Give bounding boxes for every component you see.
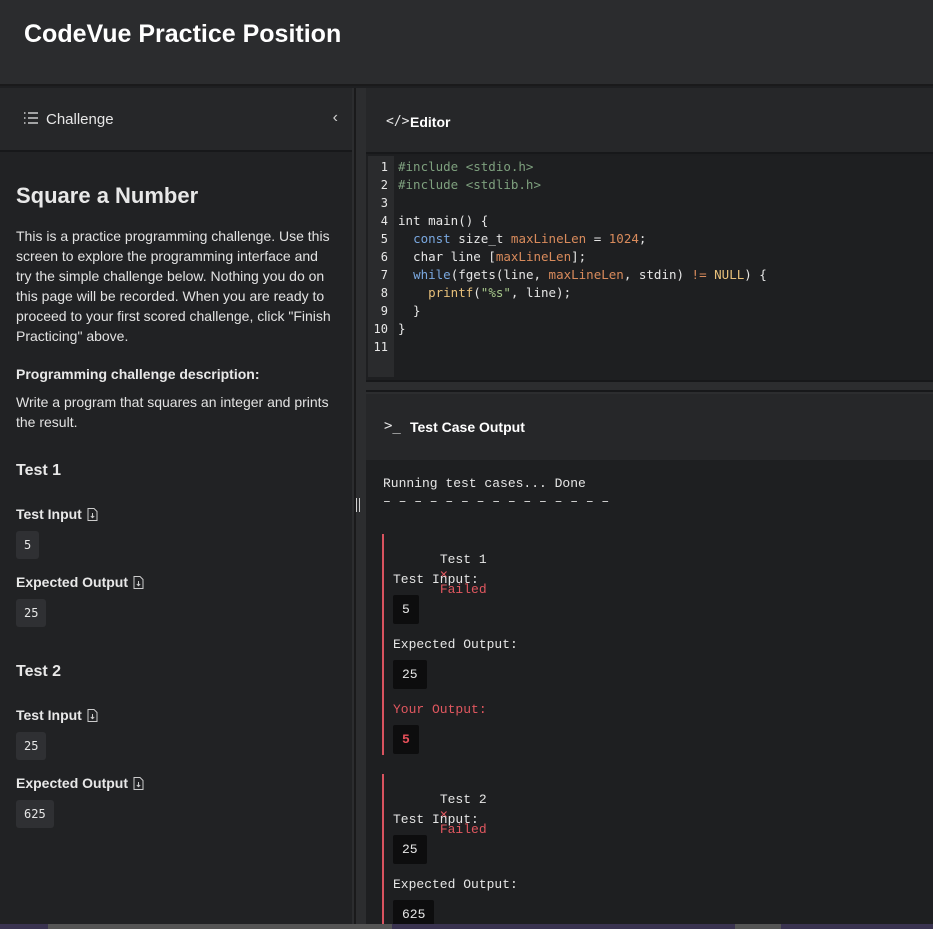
list-icon: [24, 112, 38, 124]
line-number: 4: [380, 214, 388, 228]
run-status-line: Running test cases... Done: [383, 476, 586, 491]
test-1-output-label: Expected Output: [16, 574, 129, 590]
test-result-label: Test 2: [439, 792, 487, 807]
document-download-icon[interactable]: [87, 708, 98, 722]
code-line: }: [398, 303, 421, 318]
test-input-value: 25: [393, 835, 427, 864]
code-icon: </>: [386, 114, 410, 129]
line-number: 5: [380, 232, 388, 246]
code-line: }: [398, 321, 406, 336]
code-line: int main() {: [398, 213, 489, 228]
top-bar: CodeVue Practice Position: [0, 0, 933, 86]
code-line: #include <stdlib.h>: [398, 177, 541, 192]
line-number: 1: [380, 160, 388, 174]
test-1-output-heading: Expected Output: [16, 574, 336, 590]
editor-output-resize-handle[interactable]: [366, 380, 933, 394]
challenge-intro: This is a practice programming challenge…: [16, 228, 331, 344]
test-2-output-label: Expected Output: [16, 775, 129, 791]
line-number-gutter: 1 2 3 4 5 6 7 8 9 10 11: [368, 156, 394, 377]
code-line: const size_t maxLineLen = 1024;: [413, 231, 647, 246]
test-input-label: Test Input:: [393, 572, 479, 587]
output-label: Test Case Output: [410, 419, 525, 435]
scrollbar-thumb[interactable]: [48, 924, 392, 929]
code-line: char line [maxLineLen];: [398, 249, 587, 264]
test-2-output-value: 625: [16, 800, 54, 828]
document-download-icon[interactable]: [133, 575, 144, 589]
document-download-icon[interactable]: [133, 776, 144, 790]
test-result-2: Test 2 ✕ Failed Test Input: 25 Expected …: [382, 774, 518, 924]
your-output-label: Your Output:: [393, 702, 487, 717]
test-1-input-heading: Test Input: [16, 506, 336, 522]
your-output-value: 5: [393, 725, 419, 754]
code-editor[interactable]: 1 2 3 4 5 6 7 8 9 10 11 #include <stdio.…: [366, 156, 933, 380]
output-header: >_ Test Case Output: [366, 394, 933, 460]
line-number: 3: [380, 196, 388, 210]
test-input-value: 5: [393, 595, 419, 624]
chevron-left-icon[interactable]: ‹: [333, 109, 338, 127]
line-number: 9: [380, 304, 388, 318]
editor-label: Editor: [410, 114, 451, 130]
test-result-label: Test 1: [439, 552, 487, 567]
test-1-input-value: 5: [16, 531, 40, 559]
test-2-input-value: 25: [16, 732, 47, 760]
description-heading: Programming challenge description:: [16, 366, 260, 382]
output-separator: – – – – – – – – – – – – – – –: [383, 494, 610, 509]
app-title: CodeVue Practice Position: [24, 20, 342, 48]
test-1-output-value: 25: [16, 599, 47, 627]
test-input-label: Test Input:: [393, 812, 479, 827]
line-number: 11: [373, 340, 388, 354]
challenge-panel: Challenge ‹ Square a Number This is a pr…: [0, 88, 352, 924]
line-number: 7: [380, 268, 388, 282]
test-output-panel: >_ Test Case Output Running test cases..…: [366, 394, 933, 924]
test-2-input-label: Test Input: [16, 707, 82, 723]
challenge-title: Square a Number: [16, 183, 199, 208]
challenge-panel-label: Challenge: [46, 111, 114, 128]
code-line: while(fgets(line, maxLineLen, stdin) != …: [413, 267, 767, 282]
code-line: #include <stdio.h>: [398, 159, 534, 174]
challenge-panel-header[interactable]: Challenge ‹: [0, 88, 352, 152]
line-number: 8: [380, 286, 388, 300]
test-2-input-heading: Test Input: [16, 707, 336, 723]
grip-icon[interactable]: [355, 498, 361, 512]
panel-resize-handle[interactable]: [352, 88, 366, 924]
editor-header: </> Editor: [366, 88, 933, 154]
challenge-description: Write a program that squares an integer …: [16, 394, 329, 430]
document-download-icon[interactable]: [87, 507, 98, 521]
code-line: printf("%s", line);: [428, 285, 572, 300]
expected-output-label: Expected Output:: [393, 637, 518, 652]
expected-output-value: 625: [393, 900, 435, 924]
line-number: 2: [380, 178, 388, 192]
terminal-icon: >_: [384, 418, 401, 434]
test-1-title: Test 1: [16, 462, 62, 479]
test-result-1: Test 1 ✕ Failed Test Input: 5 Expected O…: [382, 534, 518, 755]
expected-output-value: 25: [393, 660, 427, 689]
test-2-output-heading: Expected Output: [16, 775, 336, 791]
horizontal-scrollbar[interactable]: [0, 924, 933, 929]
editor-panel: </> Editor 1 2 3 4 5 6 7 8 9 10 11 #incl…: [366, 88, 933, 380]
scrollbar-thumb[interactable]: [735, 924, 781, 929]
test-1-input-label: Test Input: [16, 506, 82, 522]
line-number: 10: [373, 322, 388, 336]
expected-output-label: Expected Output:: [393, 877, 518, 892]
line-number: 6: [380, 250, 388, 264]
test-2-title: Test 2: [16, 663, 62, 680]
